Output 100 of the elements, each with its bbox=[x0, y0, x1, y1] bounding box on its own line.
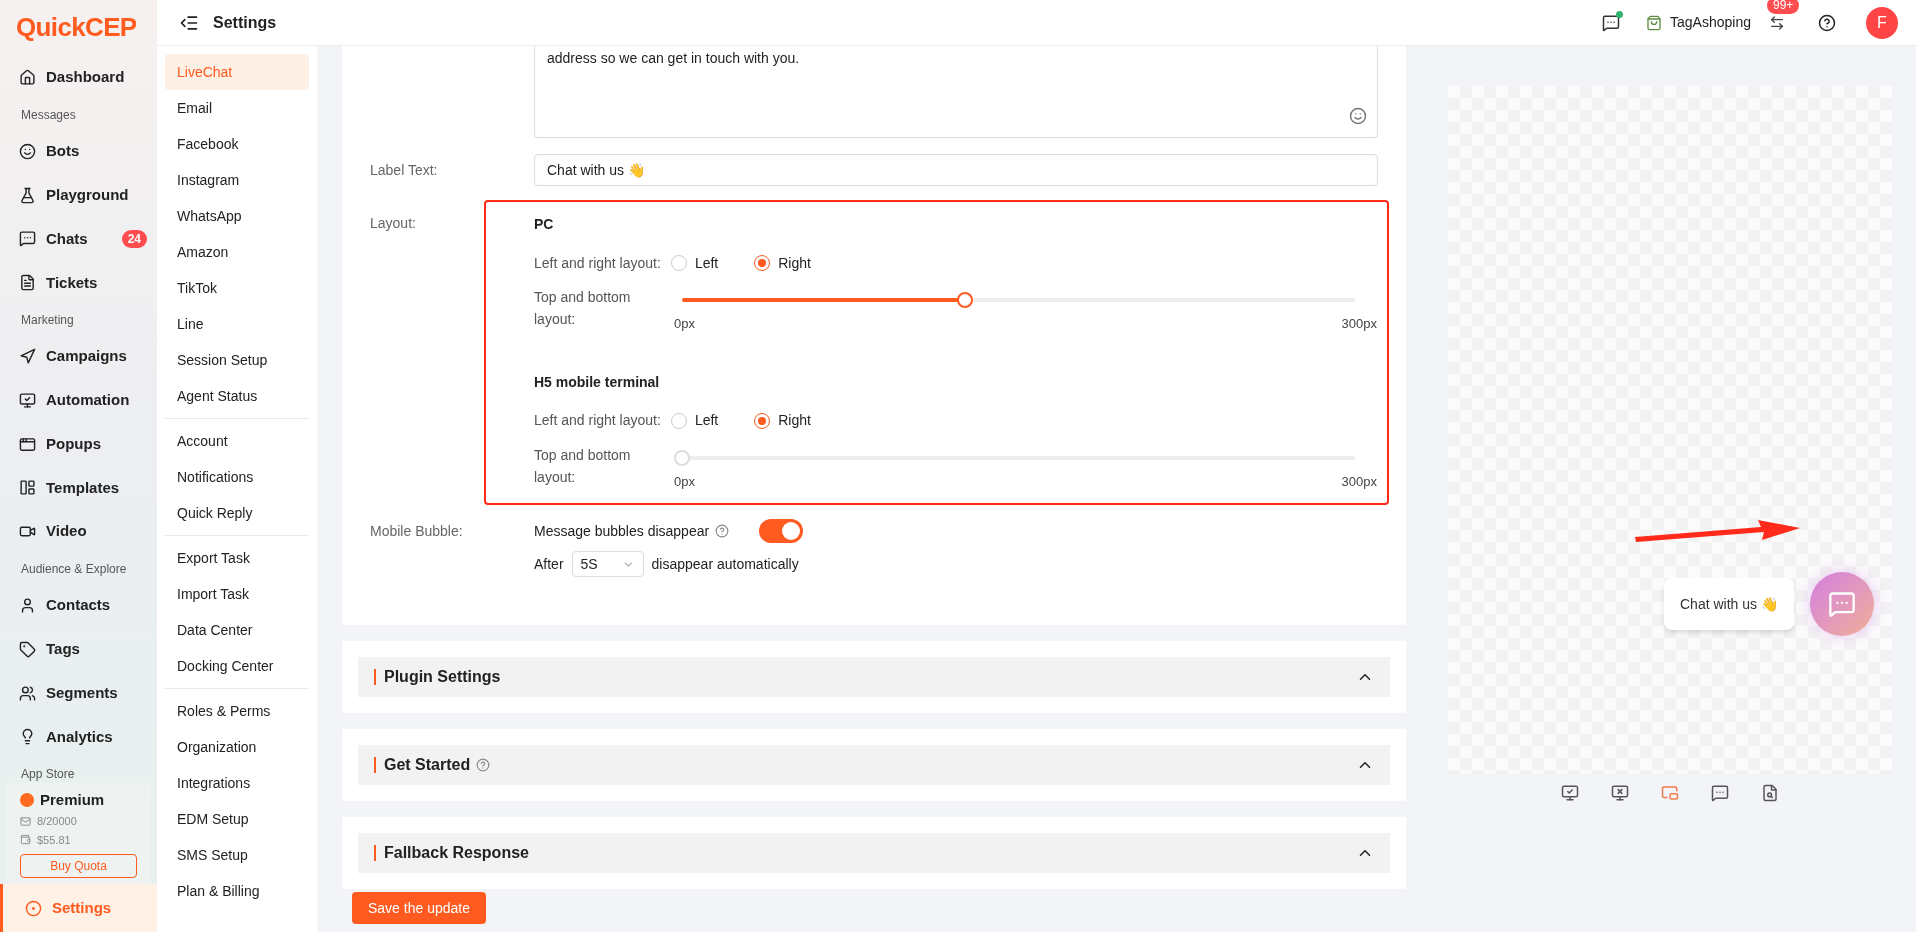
field-label: Top and bottom layout: bbox=[534, 288, 632, 329]
after-label: After bbox=[534, 554, 564, 574]
settings-menu-item[interactable]: Account bbox=[165, 423, 309, 459]
section-header[interactable]: Plugin Settings bbox=[358, 657, 1390, 697]
nav-section-label: App Store bbox=[20, 765, 76, 783]
toggle-label: Message bubbles disappear bbox=[534, 521, 710, 541]
nav-item[interactable]: Dashboard bbox=[0, 55, 157, 100]
settings-menu-item[interactable]: EDM Setup bbox=[165, 801, 309, 837]
accent-bar bbox=[374, 669, 376, 685]
radio-option[interactable]: Left bbox=[670, 410, 719, 431]
slider-thumb[interactable] bbox=[956, 292, 973, 308]
radio-option[interactable]: Right bbox=[754, 252, 811, 274]
page-title: Settings bbox=[213, 12, 277, 33]
nav-item[interactable]: Automation bbox=[0, 378, 157, 423]
slider-max: 300px bbox=[1341, 472, 1377, 491]
notification-badge: 99+ bbox=[1767, 0, 1800, 14]
home-icon bbox=[19, 69, 36, 87]
window-icon bbox=[19, 435, 36, 453]
field-label: Top and bottom layout: bbox=[534, 445, 632, 487]
tag-icon bbox=[19, 640, 36, 658]
nav-item[interactable]: Chats 24 bbox=[0, 217, 157, 261]
suffix-label: disappear automatically bbox=[651, 554, 799, 574]
settings-menu-item[interactable]: TikTok bbox=[165, 270, 309, 306]
switch-icon[interactable] bbox=[1769, 14, 1785, 31]
section-header[interactable]: Get Started bbox=[358, 745, 1390, 785]
mail-icon bbox=[20, 815, 31, 827]
field-label: Left and right layout: bbox=[534, 253, 661, 273]
user-icon bbox=[19, 596, 36, 614]
radio-option[interactable]: Left bbox=[670, 252, 719, 274]
balance: $55.81 bbox=[37, 832, 71, 848]
nav-item[interactable]: Tickets bbox=[0, 260, 157, 305]
group-title: PC bbox=[534, 215, 555, 234]
emoji-icon[interactable] bbox=[1349, 107, 1367, 125]
chat-bubble-icon[interactable] bbox=[1711, 784, 1729, 802]
nav-item[interactable]: Templates bbox=[0, 466, 157, 510]
settings-menu-item[interactable]: Line bbox=[165, 306, 309, 342]
settings-menu-item[interactable]: Data Center bbox=[165, 612, 309, 648]
premium-icon bbox=[20, 792, 34, 807]
field-label: Layout: bbox=[370, 214, 417, 233]
users-icon bbox=[19, 684, 36, 702]
picture-in-picture-icon[interactable] bbox=[1661, 784, 1679, 802]
settings-menu-item[interactable]: Agent Status bbox=[165, 378, 309, 414]
send-icon bbox=[19, 348, 36, 365]
settings-menu-item[interactable]: Instagram bbox=[165, 162, 309, 198]
settings-menu-item[interactable]: Plan & Billing bbox=[165, 873, 309, 909]
group-title: H5 mobile terminal bbox=[534, 372, 661, 392]
nav-section-label: Audience & Explore bbox=[20, 560, 128, 578]
settings-menu-item[interactable]: Facebook bbox=[165, 126, 309, 162]
settings-menu-item[interactable]: Amazon bbox=[165, 234, 309, 270]
chat-bubble-icon[interactable] bbox=[1602, 13, 1621, 32]
accent-bar bbox=[374, 757, 376, 773]
message-textarea[interactable]: address so we can get in touch with you. bbox=[534, 46, 1378, 138]
settings-icon bbox=[25, 899, 42, 917]
shopping-bag-icon bbox=[1646, 14, 1663, 31]
section-title: Fallback Response bbox=[384, 843, 529, 863]
nav-item[interactable]: Playground bbox=[0, 173, 157, 218]
usage-count: 8/20000 bbox=[37, 814, 77, 830]
monitor-check-icon[interactable] bbox=[1561, 784, 1579, 802]
settings-menu-item[interactable]: Notifications bbox=[165, 459, 309, 495]
monitor-x-icon[interactable] bbox=[1611, 784, 1629, 802]
settings-menu-item[interactable]: Organization bbox=[165, 729, 309, 765]
chat-label-bubble: Chat with us 👋 bbox=[1664, 578, 1794, 630]
settings-menu-item[interactable]: Roles & Perms bbox=[165, 693, 309, 729]
toggle-switch[interactable] bbox=[759, 519, 804, 543]
section-title: Get Started bbox=[384, 755, 471, 775]
settings-menu-item[interactable]: Email bbox=[165, 90, 309, 126]
radio-option[interactable]: Right bbox=[754, 410, 811, 431]
nav-item[interactable]: Analytics bbox=[0, 714, 157, 759]
chat-bubble-icon bbox=[1828, 590, 1856, 618]
plan-name: Premium bbox=[40, 789, 105, 810]
store-name[interactable]: TagAshoping bbox=[1670, 12, 1751, 33]
settings-menu-item[interactable]: Export Task bbox=[165, 540, 309, 576]
document-icon bbox=[19, 274, 36, 292]
slider-min: 0px bbox=[674, 315, 695, 333]
nav-item[interactable]: Contacts bbox=[0, 583, 157, 628]
settings-menu-item[interactable]: Session Setup bbox=[165, 342, 309, 378]
nav-item[interactable]: Bots bbox=[0, 129, 157, 174]
nav-item[interactable]: Segments bbox=[0, 671, 157, 715]
slider-min: 0px bbox=[674, 472, 695, 491]
nav-item[interactable]: Campaigns bbox=[0, 334, 157, 379]
settings-menu-item[interactable]: Integrations bbox=[165, 765, 309, 801]
settings-menu-item[interactable]: Docking Center bbox=[165, 648, 309, 684]
layout-icon bbox=[19, 479, 36, 497]
settings-menu-item[interactable]: WhatsApp bbox=[165, 198, 309, 234]
nav-item[interactable]: Popups bbox=[0, 422, 157, 466]
section-header[interactable]: Fallback Response bbox=[358, 833, 1390, 873]
count-badge: 24 bbox=[121, 230, 147, 248]
accent-bar bbox=[374, 845, 376, 861]
wallet-icon bbox=[20, 834, 31, 846]
settings-menu-item[interactable]: SMS Setup bbox=[165, 837, 309, 873]
label-text-input[interactable]: Chat with us 👋 bbox=[534, 154, 1378, 186]
nav-item[interactable]: Tags bbox=[0, 627, 157, 672]
seconds-select[interactable]: 5S bbox=[571, 551, 644, 577]
help-icon[interactable] bbox=[1818, 13, 1836, 32]
nav-item[interactable]: Video bbox=[0, 509, 157, 554]
settings-menu-item[interactable]: Quick Reply bbox=[165, 495, 309, 531]
settings-menu-item[interactable]: Import Task bbox=[165, 576, 309, 612]
field-label: Label Text: bbox=[370, 160, 439, 180]
document-search-icon[interactable] bbox=[1761, 784, 1779, 802]
field-label: Mobile Bubble: bbox=[370, 522, 464, 541]
